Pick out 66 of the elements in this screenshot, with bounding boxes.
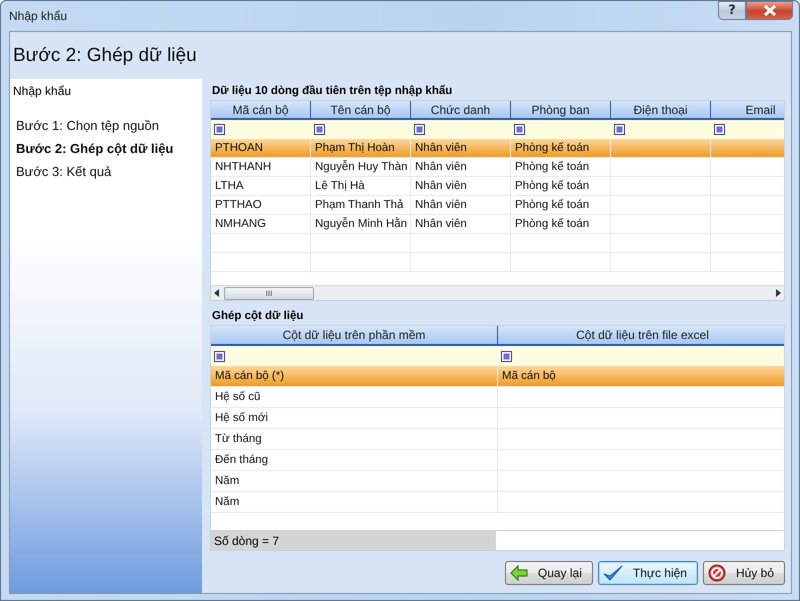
page-heading: Bước 2: Ghép dữ liệu: [12, 44, 198, 68]
column-header[interactable]: Cột dữ liệu trên phần mềm: [211, 326, 498, 346]
table-cell: Phạm Thị Hoàn: [311, 139, 411, 158]
column-header[interactable]: Email: [711, 101, 784, 120]
table-cell: Lê Thị Hà: [311, 177, 411, 196]
scroll-thumb[interactable]: III: [224, 286, 314, 300]
filter-icon[interactable]: [214, 350, 225, 362]
column-header[interactable]: Mã cán bộ: [211, 101, 311, 120]
help-button[interactable]: ?: [718, 1, 746, 20]
scroll-right-icon[interactable]: [775, 289, 781, 297]
step-item[interactable]: Bước 2: Ghép cột dữ liệu: [10, 137, 202, 160]
sidebar-title: Nhập khẩu: [12, 83, 72, 100]
table-cell: Phạm Thanh Thả: [311, 196, 411, 215]
table-cell: Phòng kế toán: [511, 177, 611, 196]
table-cell: Phòng kế toán: [511, 139, 611, 158]
table-cell: Mã cán bộ (*): [211, 366, 498, 387]
table-cell: Hệ số mới: [211, 408, 498, 429]
table-cell: Từ tháng: [211, 429, 498, 450]
back-button[interactable]: Quay lại: [504, 561, 593, 585]
column-header[interactable]: Phòng ban: [511, 101, 611, 120]
row-count: Số dòng = 7: [211, 531, 496, 550]
column-header[interactable]: Chức danh: [411, 101, 511, 120]
filter-icon[interactable]: [314, 124, 325, 135]
table-cell: Hệ số cũ: [211, 387, 498, 408]
table-cell: Phòng kế toán: [511, 196, 611, 215]
checkmark-icon: [602, 564, 623, 582]
filter-icon[interactable]: [501, 350, 512, 362]
close-button[interactable]: [746, 1, 793, 20]
table-cell: Phòng kế toán: [511, 158, 611, 177]
table-cell: NMHANG: [211, 215, 311, 234]
table-cell: Nhân viên: [411, 139, 511, 158]
table-cell: Nhân viên: [411, 177, 511, 196]
left-arrow-icon: [510, 565, 528, 581]
table-cell: Nhân viên: [411, 158, 511, 177]
ok-button[interactable]: Thực hiện: [598, 561, 698, 585]
scroll-left-icon[interactable]: [214, 289, 220, 297]
table-cell: Nhân viên: [411, 196, 511, 215]
horizontal-scrollbar[interactable]: III: [211, 285, 784, 300]
table-cell: NHTHANH: [211, 158, 311, 177]
close-icon: [762, 5, 776, 16]
table-cell: PTHOAN: [211, 139, 311, 158]
table-cell: Nguyễn Minh Hằn: [311, 215, 411, 234]
table-cell: Đến tháng: [211, 450, 498, 471]
section-title: Ghép cột dữ liệu: [211, 309, 304, 324]
table-cell: Nhân viên: [411, 215, 511, 234]
column-header[interactable]: Cột dữ liệu trên file excel: [498, 326, 784, 346]
table-cell: LTHA: [211, 177, 311, 196]
step-item[interactable]: Bước 1: Chọn tệp nguồn: [10, 114, 202, 137]
filter-icon[interactable]: [514, 124, 525, 135]
table-cell: Năm: [211, 492, 498, 513]
column-header[interactable]: Điện thoại: [611, 101, 711, 120]
step-item[interactable]: Bước 3: Kết quả: [10, 160, 202, 183]
prohibited-icon: [708, 564, 726, 582]
column-header[interactable]: Tên cán bộ: [311, 101, 411, 120]
table-cell: Phòng kế toán: [511, 215, 611, 234]
filter-icon[interactable]: [614, 124, 625, 135]
table-cell: Nguyễn Huy Thàn: [311, 158, 411, 177]
filter-icon[interactable]: [714, 124, 725, 135]
filter-icon[interactable]: [414, 124, 425, 135]
window-title: Nhập khẩu: [9, 9, 68, 23]
cancel-button[interactable]: Hủy bỏ: [702, 561, 785, 585]
table-cell: PTTHAO: [211, 196, 311, 215]
section-title: Dữ liệu 10 dòng đầu tiên trên tệp nhập khẩu: [211, 84, 454, 99]
table-cell: Năm: [211, 471, 498, 492]
table-cell: Mã cán bộ: [498, 366, 784, 387]
filter-icon[interactable]: [214, 124, 225, 135]
